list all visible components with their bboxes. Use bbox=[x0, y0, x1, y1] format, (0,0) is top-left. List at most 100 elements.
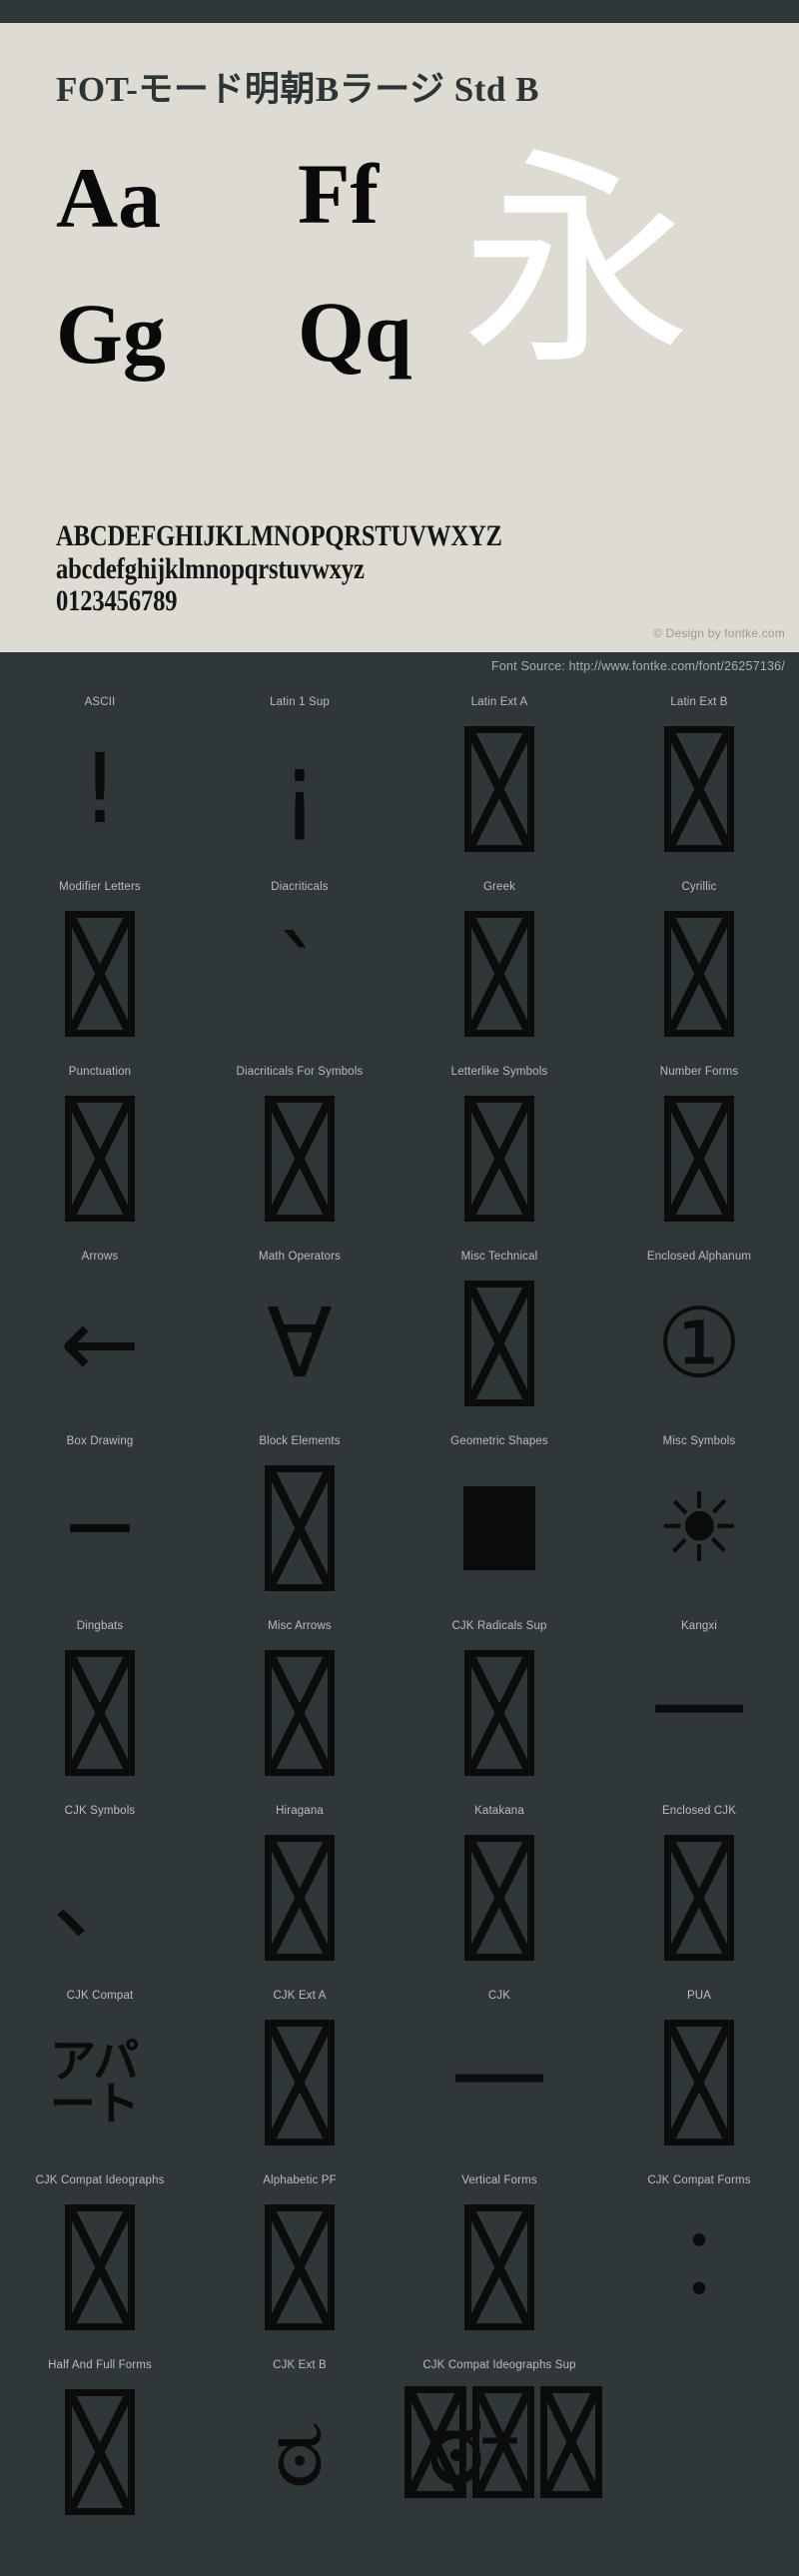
overlapping-missing-glyph-cluster: ಠ – bbox=[404, 2381, 602, 2522]
unicode-block-cell-cjk-radicals-sup[interactable]: CJK Radicals Sup bbox=[400, 1610, 599, 1795]
unicode-block-label: CJK Compat Forms bbox=[647, 2174, 751, 2187]
unicode-block-cell-cjk-symbols[interactable]: CJK Symbols 、 bbox=[0, 1795, 200, 1980]
unicode-block-sample: ─ bbox=[0, 1453, 200, 1603]
unicode-block-sample: ← bbox=[0, 1269, 200, 1418]
sample-glyph-qq: Qq bbox=[298, 284, 412, 381]
grave-accent-glyph: ` bbox=[276, 918, 324, 1031]
unicode-block-row: Dingbats Misc Arrows CJK Radicals Sup Kangx… bbox=[0, 1610, 799, 1795]
unicode-block-sample: ① bbox=[599, 1269, 799, 1418]
missing-glyph-box bbox=[65, 1096, 135, 1223]
unicode-block-cell-geometric-shapes[interactable]: Geometric Shapes bbox=[400, 1425, 599, 1610]
unicode-block-sample bbox=[200, 1823, 400, 1973]
unicode-block-cell-misc-symbols[interactable]: Misc Symbols ☀ bbox=[599, 1425, 799, 1610]
unicode-block-cell-punctuation[interactable]: Punctuation bbox=[0, 1056, 200, 1241]
unicode-block-cell-latin-ext-a[interactable]: Latin Ext A bbox=[400, 686, 599, 871]
missing-glyph-box bbox=[664, 726, 734, 853]
kannada-letter-glyph: ಠ bbox=[274, 2396, 326, 2509]
unicode-block-label: CJK Compat Ideographs bbox=[35, 2174, 165, 2187]
ideographic-comma-glyph: 、 bbox=[52, 1842, 148, 1955]
unicode-block-row: Arrows ← Math Operators ∀ Misc Technical Encl… bbox=[0, 1241, 799, 1425]
missing-glyph-box bbox=[664, 1835, 734, 1962]
unicode-block-cell-cjk[interactable]: CJK 一 bbox=[400, 1980, 599, 2164]
unicode-block-sample bbox=[400, 1084, 599, 1234]
unicode-block-cell-cjk-compat-ideographs-sup[interactable]: CJK Compat Ideographs Sup ಠ – bbox=[400, 2349, 602, 2534]
unicode-block-cell-empty[interactable] bbox=[599, 2349, 799, 2534]
unicode-block-cell-alphabetic-pf[interactable]: Alphabetic PF bbox=[200, 2164, 400, 2349]
unicode-block-label: Number Forms bbox=[659, 1066, 739, 1079]
unicode-block-cell-modifier-letters[interactable]: Modifier Letters bbox=[0, 871, 200, 1056]
unicode-block-label: Half And Full Forms bbox=[48, 2359, 152, 2372]
unicode-block-label: Enclosed CJK bbox=[661, 1805, 737, 1818]
missing-glyph-box bbox=[664, 1096, 734, 1223]
unicode-block-sample bbox=[200, 1084, 400, 1234]
unicode-block-sample bbox=[400, 899, 599, 1049]
unicode-block-cell-greek[interactable]: Greek bbox=[400, 871, 599, 1056]
unicode-block-label: Diacriticals For Symbols bbox=[236, 1066, 364, 1079]
unicode-block-label: Letterlike Symbols bbox=[450, 1066, 548, 1079]
unicode-block-label: CJK Radicals Sup bbox=[451, 1620, 547, 1633]
missing-glyph-box bbox=[464, 911, 534, 1038]
unicode-block-cell-enclosed-alphanum[interactable]: Enclosed Alphanum ① bbox=[599, 1241, 799, 1425]
unicode-block-label: Katakana bbox=[474, 1805, 524, 1818]
alphabet-uppercase: ABCDEFGHIJKLMNOPQRSTUVWXYZ bbox=[56, 519, 502, 553]
unicode-block-cell-vertical-forms[interactable]: Vertical Forms bbox=[400, 2164, 599, 2349]
unicode-block-cell-half-and-full-forms[interactable]: Half And Full Forms bbox=[0, 2349, 200, 2534]
unicode-block-cell-arrows[interactable]: Arrows ← bbox=[0, 1241, 200, 1425]
missing-glyph-box bbox=[265, 2020, 335, 2147]
unicode-block-sample bbox=[0, 1638, 200, 1788]
unicode-block-cell-latin-1-sup[interactable]: Latin 1 Sup ¡ bbox=[200, 686, 400, 871]
circled-one-glyph: ① bbox=[655, 1288, 743, 1400]
unicode-block-cell-misc-arrows[interactable]: Misc Arrows bbox=[200, 1610, 400, 1795]
unicode-block-label: Modifier Letters bbox=[59, 881, 141, 894]
unicode-block-cell-cjk-compat[interactable]: CJK Compat アパート bbox=[0, 1980, 200, 2164]
alphabet-block: ABCDEFGHIJKLMNOPQRSTUVWXYZ abcdefghijklm… bbox=[56, 519, 600, 618]
unicode-block-cell-math-operators[interactable]: Math Operators ∀ bbox=[200, 1241, 400, 1425]
unicode-block-cell-cjk-ext-b[interactable]: CJK Ext B ಠ bbox=[200, 2349, 400, 2534]
unicode-block-row: CJK Compat Ideographs Alphabetic PF Vertic… bbox=[0, 2164, 799, 2349]
missing-glyph-box bbox=[464, 1281, 534, 1407]
unicode-block-sample: ` bbox=[200, 899, 400, 1049]
unicode-block-cell-pua[interactable]: PUA bbox=[599, 1980, 799, 2164]
unicode-block-sample bbox=[0, 899, 200, 1049]
unicode-block-row: Punctuation Diacriticals For Symbols Lette… bbox=[0, 1056, 799, 1241]
unicode-block-sample: 一 bbox=[400, 2008, 599, 2157]
unicode-block-cell-cjk-compat-forms[interactable]: CJK Compat Forms ︰ bbox=[599, 2164, 799, 2349]
missing-glyph-box bbox=[265, 1096, 335, 1223]
unicode-block-sample: 、 bbox=[0, 1823, 200, 1973]
unicode-block-row: CJK Symbols 、 Hiragana Katakana Enclosed CJK bbox=[0, 1795, 799, 1980]
unicode-block-cell-cjk-ext-a[interactable]: CJK Ext A bbox=[200, 1980, 400, 2164]
unicode-block-row: Modifier Letters Diacriticals ` Greek Cyrill… bbox=[0, 871, 799, 1056]
unicode-block-cell-cjk-compat-ideographs[interactable]: CJK Compat Ideographs bbox=[0, 2164, 200, 2349]
unicode-block-sample: ! bbox=[0, 714, 200, 864]
unicode-block-cell-block-elements[interactable]: Block Elements bbox=[200, 1425, 400, 1610]
missing-glyph-box bbox=[65, 1650, 135, 1777]
unicode-block-cell-enclosed-cjk[interactable]: Enclosed CJK bbox=[599, 1795, 799, 1980]
unicode-block-sample bbox=[400, 1453, 599, 1603]
unicode-block-cell-ascii[interactable]: ASCII! bbox=[0, 686, 200, 871]
unicode-block-cell-hiragana[interactable]: Hiragana bbox=[200, 1795, 400, 1980]
unicode-block-cell-cyrillic[interactable]: Cyrillic bbox=[599, 871, 799, 1056]
unicode-block-cell-diacriticals-for-symbols[interactable]: Diacriticals For Symbols bbox=[200, 1056, 400, 1241]
unicode-block-cell-dingbats[interactable]: Dingbats bbox=[0, 1610, 200, 1795]
unicode-block-sample bbox=[599, 2377, 799, 2527]
sample-glyph-cjk-ei: 永 bbox=[461, 130, 692, 398]
unicode-block-label: Arrows bbox=[81, 1251, 119, 1264]
missing-glyph-box bbox=[265, 2204, 335, 2331]
unicode-block-cell-box-drawing[interactable]: Box Drawing ─ bbox=[0, 1425, 200, 1610]
unicode-block-cell-misc-technical[interactable]: Misc Technical bbox=[400, 1241, 599, 1425]
unicode-block-sample bbox=[400, 2192, 599, 2342]
unicode-block-cell-kangxi[interactable]: Kangxi ⼀ bbox=[599, 1610, 799, 1795]
kannada-letter-glyph: ಠ bbox=[426, 2381, 486, 2512]
unicode-block-cell-number-forms[interactable]: Number Forms bbox=[599, 1056, 799, 1241]
alphabet-lowercase: abcdefghijklmnopqrstuvwxyz bbox=[56, 551, 365, 585]
unicode-block-cell-katakana[interactable]: Katakana bbox=[400, 1795, 599, 1980]
missing-glyph-box bbox=[265, 1465, 335, 1592]
vertical-two-dot-glyph: ︰ bbox=[651, 2211, 747, 2324]
unicode-block-sample bbox=[400, 1269, 599, 1418]
unicode-block-cell-diacriticals[interactable]: Diacriticals ` bbox=[200, 871, 400, 1056]
unicode-block-sample bbox=[599, 714, 799, 864]
unicode-block-cell-letterlike-symbols[interactable]: Letterlike Symbols bbox=[400, 1056, 599, 1241]
unicode-block-cell-latin-ext-b[interactable]: Latin Ext B bbox=[599, 686, 799, 871]
unicode-block-sample: アパート bbox=[0, 2008, 200, 2157]
unicode-block-sample bbox=[599, 2008, 799, 2157]
